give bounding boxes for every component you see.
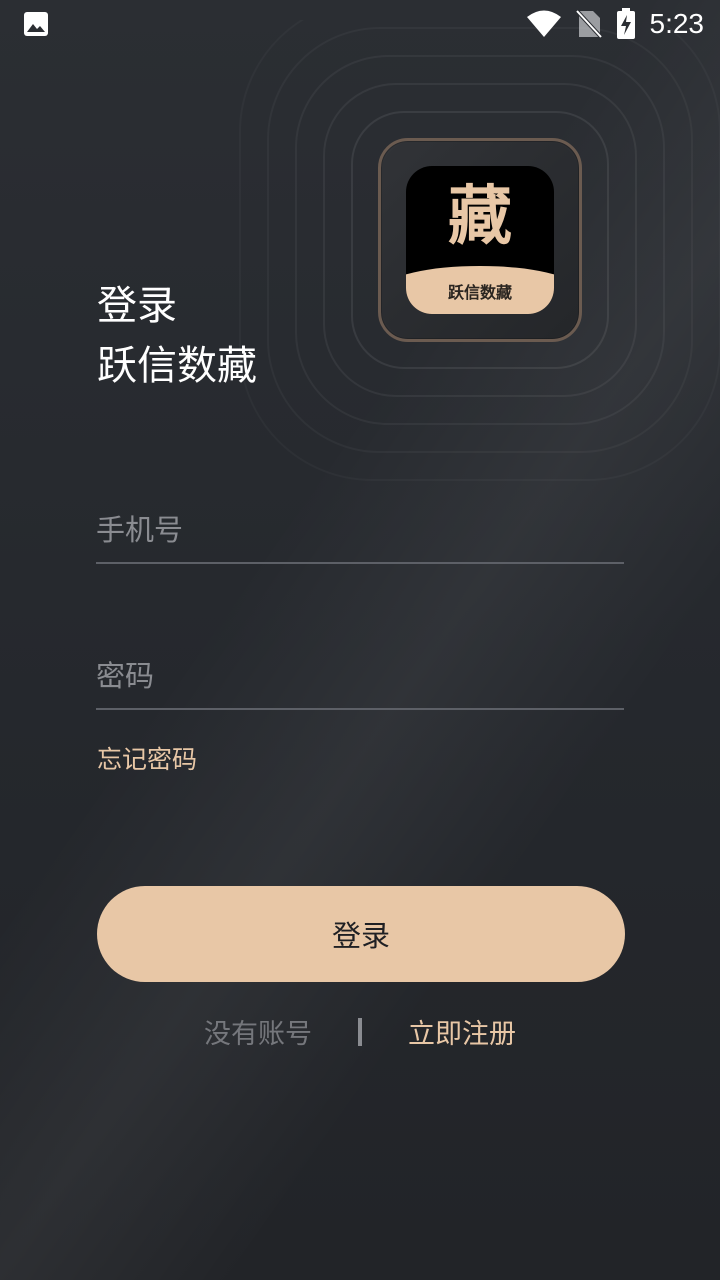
app-logo: 藏 跃信数藏 [378, 138, 582, 342]
password-field [96, 646, 624, 710]
app-name-title: 跃信数藏 [97, 343, 257, 389]
register-link[interactable]: 立即注册 [408, 1015, 516, 1055]
phone-field [96, 500, 624, 564]
forgot-password-link[interactable]: 忘记密码 [97, 743, 197, 777]
no-account-text: 没有账号 [204, 1019, 312, 1050]
phone-input[interactable] [96, 500, 624, 560]
page-title: 登录 [97, 283, 177, 329]
password-input[interactable] [96, 646, 624, 706]
login-button[interactable]: 登录 [97, 886, 625, 982]
gallery-icon [24, 12, 48, 36]
logo-caption: 跃信数藏 [447, 283, 512, 302]
logo-glyph: 藏 [448, 180, 512, 254]
footer-divider [358, 1018, 362, 1046]
logo-app-icon: 藏 跃信数藏 [406, 166, 554, 314]
